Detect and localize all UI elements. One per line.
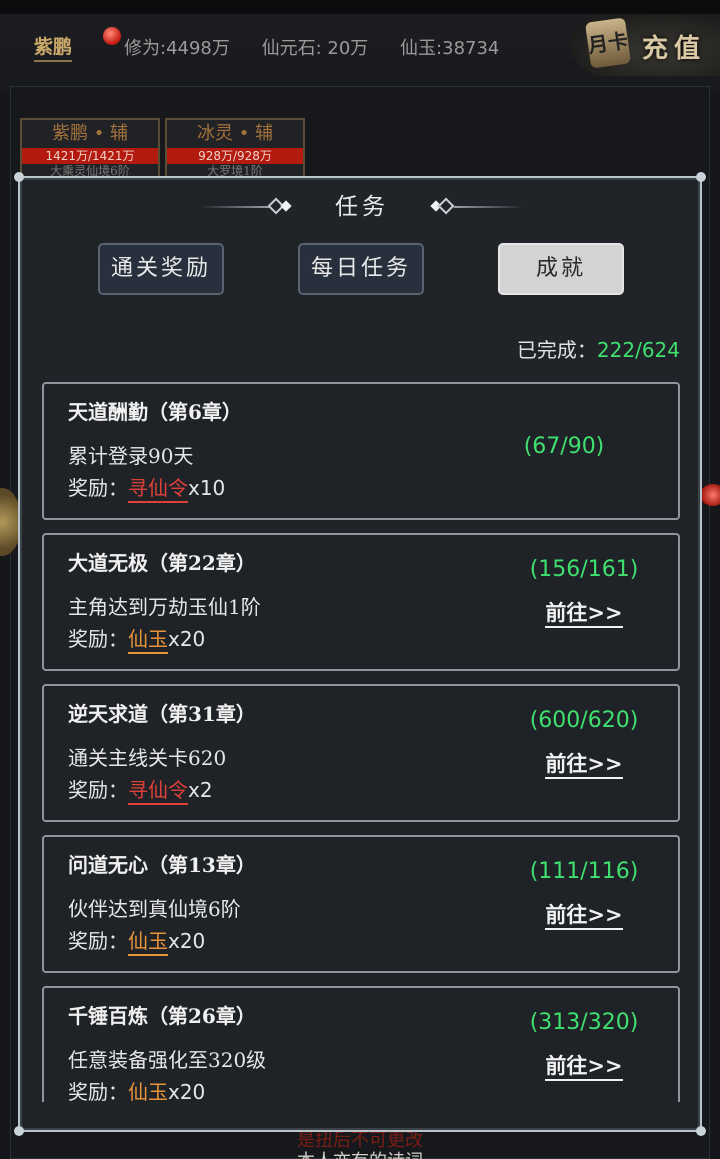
achievement-card: 大道无极（第22章） 主角达到万劫玉仙1阶 奖励：仙玉x20 (156/161)… (42, 533, 680, 671)
notification-dot (103, 27, 121, 45)
achievement-progress: (67/90) (523, 434, 605, 459)
tab-daily-tasks[interactable]: 每日任务 (298, 243, 424, 295)
reward-quantity: x20 (168, 929, 206, 953)
corner-ornament (14, 1126, 24, 1136)
achievement-description: 任意装备强化至320级 (68, 1048, 267, 1072)
achievement-description: 伙伴达到真仙境6阶 (68, 897, 241, 921)
reward-quantity: x10 (188, 476, 226, 500)
reward-label: 奖励： (68, 476, 128, 500)
goto-label: 前往>> (545, 600, 623, 628)
goto-button[interactable]: 前往>> (484, 1050, 682, 1081)
achievement-card: 问道无心（第13章） 伙伴达到真仙境6阶 奖励：仙玉x20 (111/116) … (42, 835, 680, 973)
achievement-title: 逆天求道（第31章） (68, 702, 256, 726)
reward-label: 奖励： (68, 929, 128, 953)
goto-label: 前往>> (545, 751, 623, 779)
achievement-card: 天道酬勤（第6章） 累计登录90天 奖励：寻仙令x10 (67/90) (42, 382, 680, 520)
goto-button[interactable]: 前往>> (484, 597, 682, 628)
completed-count: 已完成：222/624 (517, 334, 680, 363)
reward-quantity: x20 (168, 1080, 206, 1102)
achievement-reward: 奖励：仙玉x20 (68, 623, 205, 654)
achievement-title: 问道无心（第13章） (68, 853, 256, 877)
achievement-progress: (111/116) (529, 859, 639, 884)
achievement-reward: 奖励：寻仙令x10 (68, 472, 225, 503)
reward-item[interactable]: 仙玉 (128, 626, 168, 654)
reward-quantity: x2 (188, 778, 213, 802)
achievement-reward: 奖励：寻仙令x2 (68, 774, 213, 805)
jade-stat: 仙玉:38734 (400, 38, 500, 59)
achievement-title: 天道酬勤（第6章） (68, 400, 242, 424)
achievement-progress: (600/620) (529, 708, 639, 733)
dialog-title: 任务 (335, 194, 389, 220)
goto-label: 前往>> (545, 902, 623, 930)
reward-label: 奖励： (68, 1080, 128, 1102)
recharge-button[interactable]: 月卡 充值 (572, 14, 720, 76)
top-bar: 紫鹏 修为:4498万 仙元石: 20万 仙玉:38734 月卡 充值 (0, 0, 720, 92)
reward-item[interactable]: 寻仙令 (128, 475, 188, 503)
corner-ornament (696, 172, 706, 182)
side-alert-icon (700, 484, 720, 506)
achievement-reward: 奖励：仙玉x20 (68, 1076, 205, 1102)
spirit-stone-stat: 仙元石: 20万 (261, 38, 369, 59)
tab-clear-rewards[interactable]: 通关奖励 (98, 243, 224, 295)
corner-ornament (696, 1126, 706, 1136)
achievement-title: 大道无极（第22章） (68, 551, 256, 575)
achievement-card: 千锤百炼（第26章） 任意装备强化至320级 奖励：仙玉x20 (313/320… (42, 986, 680, 1102)
achievement-reward: 奖励：仙玉x20 (68, 925, 205, 956)
recharge-label: 充值 (642, 34, 707, 64)
reward-item[interactable]: 仙玉 (128, 928, 168, 956)
achievement-description: 累计登录90天 (68, 444, 194, 468)
companion-card[interactable]: 紫鹏 • 辅 1421万/1421万 大乘灵仙境6阶 (20, 118, 160, 178)
goto-button[interactable]: 前往>> (484, 899, 682, 930)
achievement-description: 主角达到万劫玉仙1阶 (68, 595, 261, 619)
reward-item[interactable]: 寻仙令 (128, 777, 188, 805)
player-name[interactable]: 紫鹏 (34, 32, 73, 62)
achievement-progress: (313/320) (529, 1010, 639, 1035)
resource-stats: 修为:4498万 仙元石: 20万 仙玉:38734 (124, 34, 525, 60)
reward-item[interactable]: 仙玉 (128, 1079, 168, 1102)
achievement-progress: (156/161) (529, 557, 639, 582)
reward-label: 奖励： (68, 778, 128, 802)
cultivation-stat: 修为:4498万 (124, 38, 230, 59)
tab-achievements[interactable]: 成就 (498, 243, 624, 295)
achievement-list[interactable]: 天道酬勤（第6章） 累计登录90天 奖励：寻仙令x10 (67/90) 大道无极… (42, 382, 682, 1102)
achievement-description: 通关主线关卡620 (68, 746, 227, 770)
bottom-hint-secondary: 本人亦有的诗词 (0, 1147, 720, 1159)
goto-label: 前往>> (545, 1053, 623, 1081)
companion-name: 冰灵 • 辅 (196, 123, 274, 144)
companion-card[interactable]: 冰灵 • 辅 928万/928万 大罗境1阶 (165, 118, 305, 178)
monthly-card-icon[interactable]: 月卡 (584, 17, 632, 69)
companion-hp: 1421万/1421万 (22, 148, 158, 164)
goto-button[interactable]: 前往>> (484, 748, 682, 779)
companion-name: 紫鹏 • 辅 (51, 123, 129, 144)
task-dialog: 任务 通关奖励 每日任务 成就 已完成：222/624 天道酬勤（第6章） 累计… (14, 172, 706, 1136)
corner-ornament (14, 172, 24, 182)
reward-quantity: x20 (168, 627, 206, 651)
achievement-title: 千锤百炼（第26章） (68, 1004, 256, 1028)
achievement-card: 逆天求道（第31章） 通关主线关卡620 奖励：寻仙令x2 (600/620) … (42, 684, 680, 822)
reward-label: 奖励： (68, 627, 128, 651)
completed-value: 222/624 (596, 338, 680, 362)
companion-hp: 928万/928万 (167, 148, 303, 164)
completed-label: 已完成： (516, 338, 597, 362)
